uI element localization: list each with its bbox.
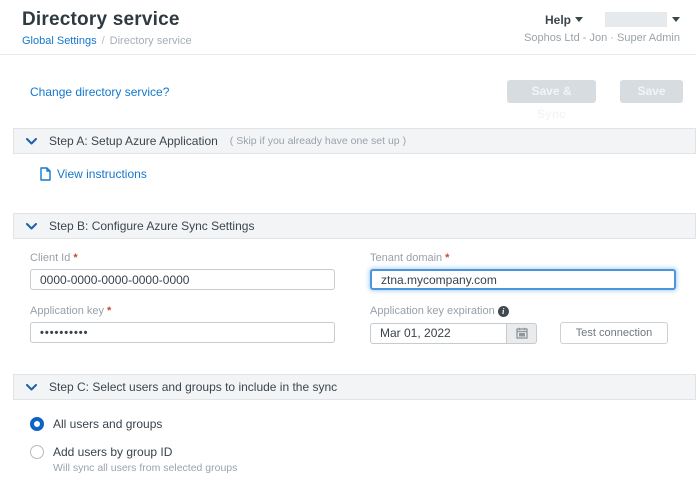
calendar-button[interactable]: [507, 323, 537, 344]
client-id-group: Client Id*: [30, 252, 335, 290]
step-b-header[interactable]: Step B: Configure Azure Sync Settings: [13, 213, 696, 239]
radio-add-users-by-group-id[interactable]: Add users by group ID Will sync all user…: [30, 445, 696, 474]
step-a-content: View instructions: [0, 154, 696, 186]
radio-selected-icon[interactable]: [30, 417, 44, 431]
step-a-hint: ( Skip if you already have one set up ): [230, 135, 406, 147]
change-directory-service-link[interactable]: Change directory service?: [30, 85, 169, 99]
document-icon: [40, 167, 51, 181]
step-b-form: Client Id* Tenant domain* Application ke…: [30, 252, 696, 344]
account-menu[interactable]: [589, 12, 680, 27]
required-asterisk: *: [107, 305, 111, 317]
tenant-domain-input[interactable]: [370, 269, 676, 290]
directory-service-page: Directory service Global Settings / Direct…: [0, 0, 696, 486]
application-key-label: Application key*: [30, 305, 335, 317]
chevron-down-icon: [26, 223, 37, 230]
radio-all-users-and-groups[interactable]: All users and groups: [30, 417, 696, 431]
application-key-group: Application key*: [30, 305, 335, 344]
breadcrumb-global-settings[interactable]: Global Settings: [22, 35, 97, 47]
toolbar: Change directory service? Save & Sync Sa…: [30, 80, 683, 103]
required-asterisk: *: [73, 252, 77, 264]
tenant-domain-label: Tenant domain*: [370, 252, 676, 264]
tenant-domain-group: Tenant domain*: [370, 252, 676, 290]
radio-label[interactable]: All users and groups: [53, 417, 162, 431]
breadcrumb-separator: /: [102, 35, 105, 47]
radio-sublabel: Will sync all users from selected groups: [53, 462, 237, 474]
required-asterisk: *: [445, 252, 449, 264]
step-c-options: All users and groups Add users by group …: [30, 417, 696, 474]
save-and-sync-button[interactable]: Save & Sync: [507, 80, 596, 103]
step-a-header[interactable]: Step A: Setup Azure Application ( Skip i…: [13, 128, 696, 154]
help-menu-label: Help: [545, 13, 571, 27]
client-id-input[interactable]: [30, 269, 335, 290]
step-c-title: Step C: Select users and groups to inclu…: [49, 380, 337, 394]
chevron-down-icon: [26, 384, 37, 391]
chevron-down-icon: [575, 17, 583, 22]
calendar-icon: [516, 327, 528, 339]
test-connection-button[interactable]: Test connection: [560, 322, 668, 344]
chevron-down-icon: [26, 138, 37, 145]
radio-unselected-icon[interactable]: [30, 445, 44, 459]
key-expiration-group: Application key expiration i: [370, 305, 676, 344]
account-tenant-line: Sophos Ltd - Jon · Super Admin: [524, 32, 680, 44]
info-icon[interactable]: i: [498, 306, 509, 317]
header-right: Help Sophos Ltd - Jon · Super Admin: [524, 9, 680, 44]
chevron-down-icon: [672, 17, 680, 22]
expiration-date-input[interactable]: [370, 323, 507, 344]
breadcrumb-current: Directory service: [110, 35, 192, 47]
radio-label[interactable]: Add users by group ID: [53, 445, 237, 459]
key-expiration-label: Application key expiration i: [370, 305, 676, 317]
toolbar-buttons: Save & Sync Save: [507, 80, 683, 103]
expiration-date-group: [370, 323, 537, 344]
page-header: Directory service Global Settings / Direct…: [0, 0, 696, 55]
view-instructions-link[interactable]: View instructions: [40, 167, 147, 181]
account-name-redacted: [605, 12, 667, 27]
step-c-header[interactable]: Step C: Select users and groups to inclu…: [13, 374, 696, 400]
step-b-title: Step B: Configure Azure Sync Settings: [49, 219, 254, 233]
header-left: Directory service Global Settings / Direct…: [22, 9, 192, 47]
page-title: Directory service: [22, 9, 192, 31]
view-instructions-label: View instructions: [57, 167, 147, 181]
application-key-input[interactable]: [30, 322, 335, 343]
save-button[interactable]: Save: [620, 80, 683, 103]
breadcrumb: Global Settings / Directory service: [22, 35, 192, 47]
step-a-title: Step A: Setup Azure Application: [49, 134, 218, 148]
help-menu[interactable]: Help: [545, 13, 583, 27]
client-id-label: Client Id*: [30, 252, 335, 264]
